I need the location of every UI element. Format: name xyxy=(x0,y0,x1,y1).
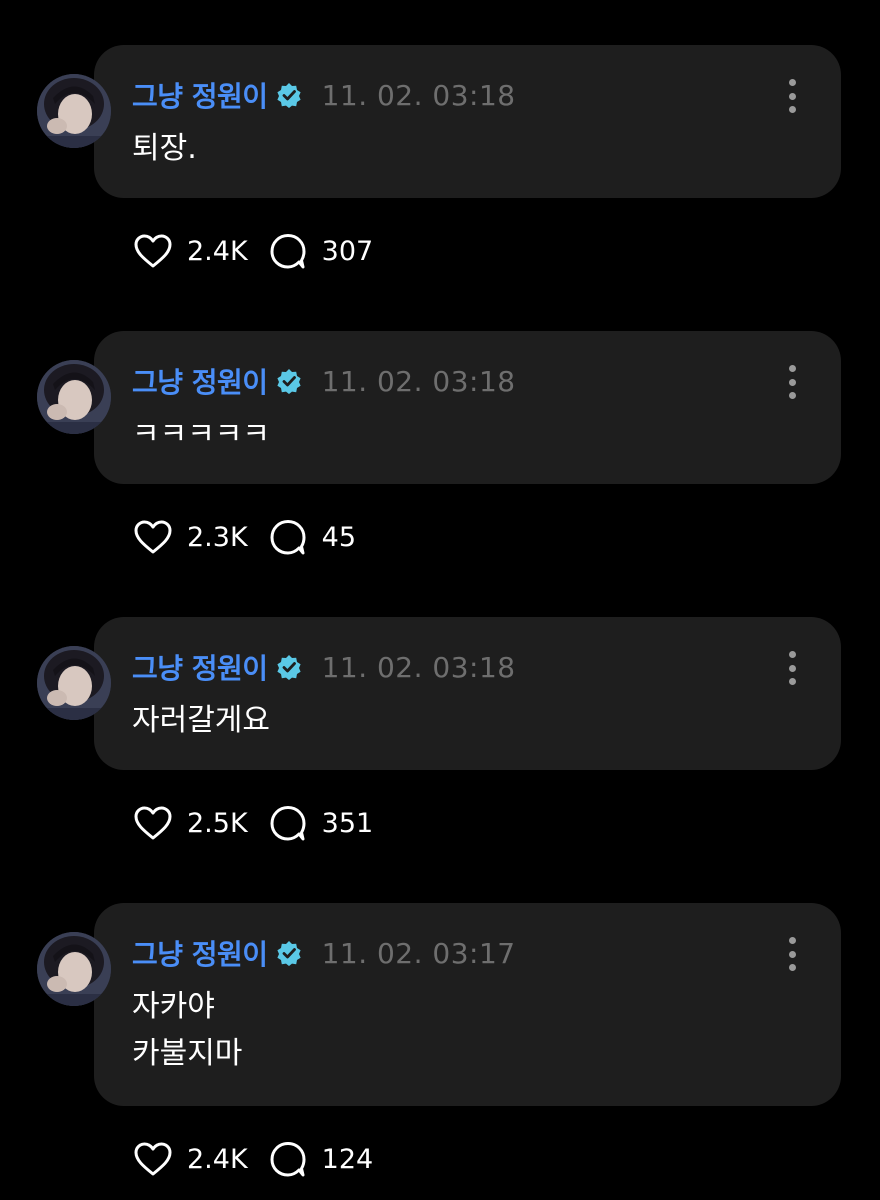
more-dot xyxy=(788,950,796,958)
speech-bubble-icon xyxy=(270,1142,306,1177)
message-bubble[interactable]: 그냥 정원이 11. 02. 03:18 ㅋㅋㅋㅋㅋ xyxy=(94,331,841,484)
more-dot xyxy=(788,378,796,386)
comment-count: 351 xyxy=(321,807,374,839)
comment-button[interactable]: 307 xyxy=(268,231,374,271)
more-options-icon[interactable] xyxy=(785,79,799,113)
post-card: 그냥 정원이 11. 02. 03:18 퇴장. 2.4K 307 xyxy=(0,45,880,275)
comment-button[interactable]: 351 xyxy=(268,803,374,843)
message-text: 자카야 카불지마 xyxy=(132,983,242,1077)
post-actions: 2.5K 351 xyxy=(133,801,373,845)
more-dot xyxy=(788,651,796,658)
comment-button[interactable]: 45 xyxy=(268,517,356,557)
avatar[interactable] xyxy=(37,74,111,148)
comment-count: 307 xyxy=(321,235,374,267)
post-header: 그냥 정원이 11. 02. 03:17 xyxy=(132,933,516,973)
more-dot xyxy=(788,79,796,86)
avatar-image xyxy=(37,646,111,720)
speech-bubble-icon xyxy=(270,806,306,841)
message-text: 자러갈게요 xyxy=(132,697,270,744)
speech-bubble-icon xyxy=(270,520,306,555)
message-bubble[interactable]: 그냥 정원이 11. 02. 03:18 퇴장. xyxy=(94,45,841,198)
avatar[interactable] xyxy=(37,360,111,434)
timestamp: 11. 02. 03:18 xyxy=(321,78,516,112)
comment-count: 45 xyxy=(321,521,357,553)
like-button[interactable]: 2.3K xyxy=(133,519,248,555)
post-card: 그냥 정원이 11. 02. 03:17 자카야 카불지마 2.4K 124 xyxy=(0,903,880,1193)
more-dot xyxy=(788,392,796,399)
like-button[interactable]: 2.4K xyxy=(133,1141,248,1177)
post-card: 그냥 정원이 11. 02. 03:18 자러갈게요 2.5K 351 xyxy=(0,617,880,847)
verified-badge-icon xyxy=(276,655,301,680)
post-actions: 2.4K 307 xyxy=(133,229,373,273)
verified-badge-icon xyxy=(276,83,301,108)
post-card: 그냥 정원이 11. 02. 03:18 ㅋㅋㅋㅋㅋ 2.3K 45 xyxy=(0,331,880,561)
like-button[interactable]: 2.4K xyxy=(133,233,248,269)
verified-badge-icon xyxy=(276,941,301,966)
more-dot xyxy=(788,106,796,113)
avatar[interactable] xyxy=(37,646,111,720)
more-options-icon[interactable] xyxy=(785,365,799,399)
like-count: 2.3K xyxy=(187,521,248,553)
like-count: 2.4K xyxy=(187,1143,248,1175)
more-options-icon[interactable] xyxy=(785,937,799,971)
message-line: 자카야 xyxy=(132,989,215,1024)
speech-bubble-icon xyxy=(270,234,306,269)
post-header: 그냥 정원이 11. 02. 03:18 xyxy=(132,647,516,687)
message-bubble[interactable]: 그냥 정원이 11. 02. 03:17 자카야 카불지마 xyxy=(94,903,841,1106)
like-count: 2.4K xyxy=(187,235,248,267)
message-text: 퇴장. xyxy=(132,125,197,172)
verified-badge-icon xyxy=(276,369,301,394)
message-line: ㅋㅋㅋㅋㅋ xyxy=(132,417,270,452)
timestamp: 11. 02. 03:17 xyxy=(321,936,516,970)
post-header: 그냥 정원이 11. 02. 03:18 xyxy=(132,75,516,115)
heart-icon xyxy=(134,520,172,554)
like-button[interactable]: 2.5K xyxy=(133,805,248,841)
more-dot xyxy=(788,365,796,372)
timestamp: 11. 02. 03:18 xyxy=(321,650,516,684)
more-dot xyxy=(788,92,796,100)
username[interactable]: 그냥 정원이 xyxy=(132,75,268,115)
post-header: 그냥 정원이 11. 02. 03:18 xyxy=(132,361,516,401)
heart-icon xyxy=(134,806,172,840)
post-actions: 2.3K 45 xyxy=(133,515,356,559)
comment-button[interactable]: 124 xyxy=(268,1139,374,1179)
more-options-icon[interactable] xyxy=(785,651,799,685)
timestamp: 11. 02. 03:18 xyxy=(321,364,516,398)
heart-icon xyxy=(134,234,172,268)
more-dot xyxy=(788,664,796,672)
avatar-image xyxy=(37,360,111,434)
more-dot xyxy=(788,678,796,685)
username[interactable]: 그냥 정원이 xyxy=(132,647,268,687)
more-dot xyxy=(788,937,796,944)
avatar-image xyxy=(37,932,111,1006)
avatar[interactable] xyxy=(37,932,111,1006)
heart-icon xyxy=(134,1142,172,1176)
message-line: 자러갈게요 xyxy=(132,703,270,738)
comment-count: 124 xyxy=(321,1143,374,1175)
message-text: ㅋㅋㅋㅋㅋ xyxy=(132,411,270,458)
message-bubble[interactable]: 그냥 정원이 11. 02. 03:18 자러갈게요 xyxy=(94,617,841,770)
avatar-image xyxy=(37,74,111,148)
more-dot xyxy=(788,964,796,971)
username[interactable]: 그냥 정원이 xyxy=(132,361,268,401)
post-actions: 2.4K 124 xyxy=(133,1137,373,1181)
message-line: 퇴장. xyxy=(132,131,197,166)
username[interactable]: 그냥 정원이 xyxy=(132,933,268,973)
like-count: 2.5K xyxy=(187,807,248,839)
message-line: 카불지마 xyxy=(132,1036,243,1071)
